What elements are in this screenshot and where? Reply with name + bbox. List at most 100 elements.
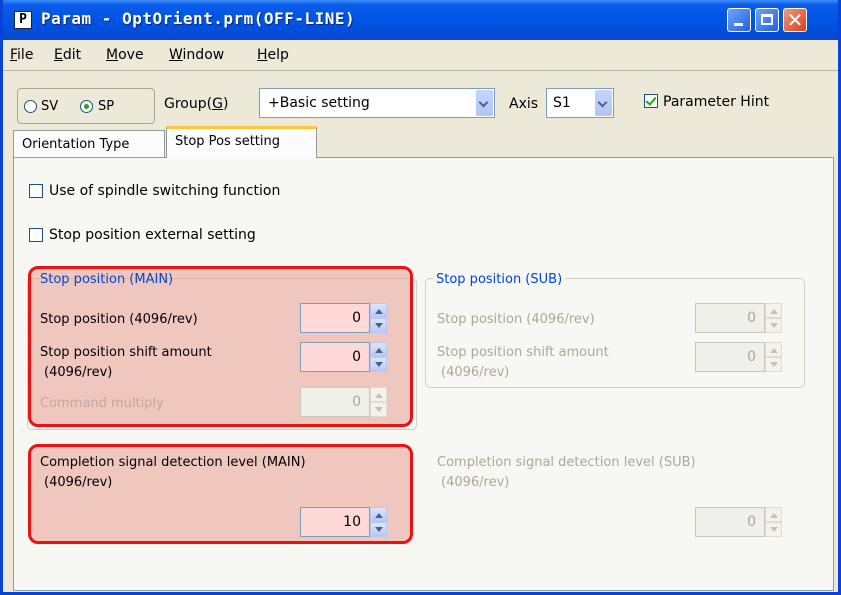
parameter-hint-checkbox[interactable] (644, 94, 658, 108)
menu-bar: File Edit Move Window Help (3, 40, 838, 71)
parameter-hint-label[interactable]: Parameter Hint (663, 94, 769, 110)
completion-sub-spinner: 0 (695, 507, 782, 537)
menu-file-accel: F (10, 47, 18, 63)
main-shift-spinner[interactable]: 0 (300, 342, 387, 372)
main-stop-position-label: Stop position (4096/rev) (40, 312, 198, 327)
spin-down-icon (765, 318, 782, 333)
sv-sp-radio-group: SV SP (17, 88, 155, 124)
radio-sp-selected-dot (84, 104, 89, 109)
sub-shift-label-1: Stop position shift amount (437, 345, 609, 360)
menu-move-label: ove (118, 47, 144, 63)
spindle-switching-checkbox[interactable] (29, 184, 43, 198)
radio-sp-label[interactable]: SP (98, 99, 114, 114)
sub-stop-position-value: 0 (747, 310, 756, 326)
sub-shift-label-2: (4096/rev) (441, 365, 510, 380)
menu-file[interactable]: File (10, 47, 33, 63)
spin-up-icon (370, 387, 387, 402)
tab-orientation-type[interactable]: Orientation Type (13, 130, 165, 158)
sub-shift-value: 0 (747, 349, 756, 365)
menu-file-label: ile (17, 47, 34, 63)
minimize-button[interactable] (727, 8, 751, 32)
spin-down-icon[interactable] (370, 318, 387, 333)
tab-stop-pos-setting[interactable]: Stop Pos setting (166, 126, 317, 158)
sub-shift-input: 0 (695, 342, 765, 372)
group-label: Group(G) (164, 96, 228, 112)
main-multiply-input: 0 (300, 387, 370, 417)
spin-down-icon (370, 402, 387, 417)
close-icon: ✕ (786, 8, 804, 32)
stop-position-sub-title: Stop position (SUB) (433, 272, 566, 287)
sub-stop-position-input: 0 (695, 303, 765, 333)
menu-move-accel: M (106, 47, 119, 63)
spin-up-icon (765, 303, 782, 318)
main-multiply-label: Command multiply (40, 396, 164, 411)
completion-main-label-1: Completion signal detection level (MAIN) (40, 455, 306, 470)
spin-down-icon (765, 522, 782, 537)
menu-help-accel: H (257, 47, 268, 63)
sub-stop-position-label: Stop position (4096/rev) (437, 312, 595, 327)
sub-shift-spinner: 0 (695, 342, 782, 372)
completion-sub-label-2: (4096/rev) (441, 475, 510, 490)
minimize-icon (734, 23, 743, 26)
main-stop-position-spinner[interactable]: 0 (300, 303, 387, 333)
chevron-down-icon[interactable] (595, 90, 612, 116)
app-icon: P (14, 11, 32, 29)
axis-label: Axis (509, 96, 539, 112)
spin-up-icon[interactable] (370, 342, 387, 357)
menu-move[interactable]: Move (106, 47, 144, 63)
checkmark-icon (645, 94, 657, 106)
stop-position-main-title: Stop position (MAIN) (40, 272, 174, 287)
menu-edit-accel: E (54, 47, 63, 63)
spindle-switching-label[interactable]: Use of spindle switching function (49, 183, 280, 199)
radio-sv[interactable] (24, 100, 37, 113)
menu-help-label: elp (267, 47, 289, 63)
maximize-button[interactable] (755, 8, 779, 32)
external-setting-checkbox[interactable] (29, 228, 43, 242)
completion-sub-label-1: Completion signal detection level (SUB) (437, 455, 696, 470)
main-shift-label-2: (4096/rev) (44, 365, 113, 380)
completion-sub-value: 0 (747, 514, 756, 530)
main-stop-position-value: 0 (352, 310, 361, 326)
completion-main-label-2: (4096/rev) (44, 475, 113, 490)
chevron-down-icon[interactable] (476, 90, 493, 116)
group-select[interactable]: +Basic setting (259, 88, 495, 118)
main-stop-position-input[interactable]: 0 (300, 303, 370, 333)
completion-main-input[interactable]: 10 (300, 507, 370, 537)
main-shift-value: 0 (352, 349, 361, 365)
tab-orientation-type-label: Orientation Type (22, 137, 130, 152)
radio-sp[interactable] (80, 100, 93, 113)
maximize-icon (761, 14, 773, 25)
close-button[interactable]: ✕ (783, 8, 807, 32)
menu-edit[interactable]: Edit (54, 47, 81, 63)
menu-window[interactable]: Window (169, 47, 224, 63)
spin-down-icon[interactable] (370, 357, 387, 372)
group-label-accel: G (212, 96, 223, 112)
group-label-end: ) (222, 96, 229, 112)
axis-select-value: S1 (553, 95, 571, 111)
axis-select[interactable]: S1 (546, 88, 614, 118)
group-select-value: +Basic setting (268, 95, 370, 111)
spin-up-icon[interactable] (370, 507, 387, 522)
spin-up-icon (765, 342, 782, 357)
radio-sv-label[interactable]: SV (41, 99, 58, 114)
menu-edit-label: dit (62, 47, 82, 63)
group-label-text: Group( (164, 96, 213, 112)
spin-down-icon[interactable] (370, 522, 387, 537)
completion-main-spinner[interactable]: 10 (300, 507, 387, 537)
param-window: P Param - OptOrient.prm(OFF-LINE) ✕ File… (0, 0, 841, 595)
menu-window-label: indow (182, 47, 225, 63)
main-shift-label-1: Stop position shift amount (40, 345, 212, 360)
tab-stop-pos-setting-label: Stop Pos setting (175, 134, 280, 149)
menu-help[interactable]: Help (257, 47, 289, 63)
completion-sub-input: 0 (695, 507, 765, 537)
main-multiply-value: 0 (352, 394, 361, 410)
spin-down-icon (765, 357, 782, 372)
external-setting-label[interactable]: Stop position external setting (49, 227, 256, 243)
main-multiply-spinner: 0 (300, 387, 387, 417)
title-bar[interactable]: P Param - OptOrient.prm(OFF-LINE) ✕ (3, 0, 838, 40)
menu-window-accel: W (169, 47, 183, 63)
completion-main-value: 10 (343, 514, 361, 530)
main-shift-input[interactable]: 0 (300, 342, 370, 372)
spin-up-icon[interactable] (370, 303, 387, 318)
sub-stop-position-spinner: 0 (695, 303, 782, 333)
